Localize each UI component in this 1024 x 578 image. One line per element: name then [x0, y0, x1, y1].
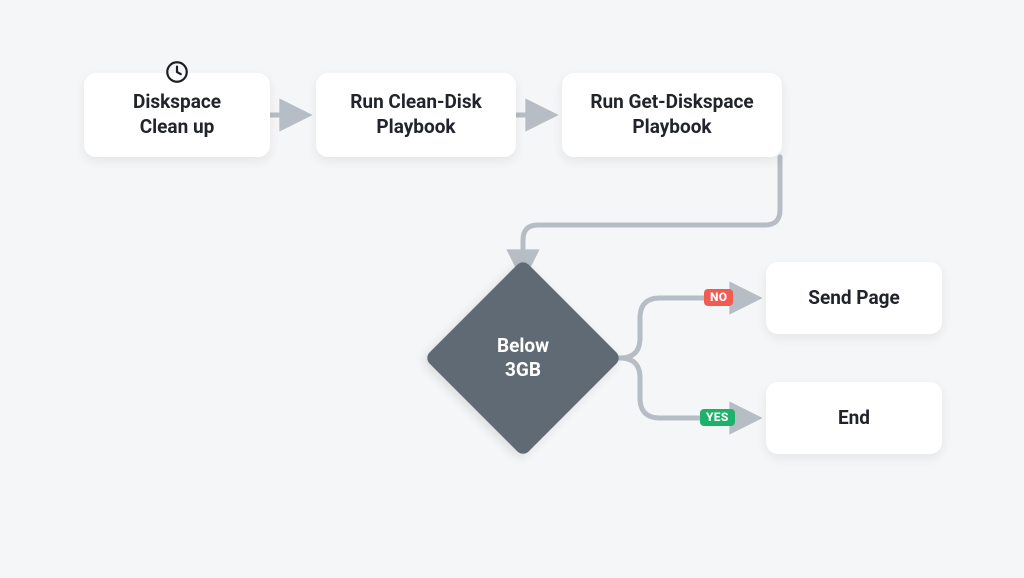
node-get-diskspace-line2: Playbook: [632, 115, 711, 138]
node-get-diskspace-line1: Run Get-Diskspace: [590, 90, 753, 113]
badge-no: NO: [704, 289, 733, 306]
node-end-label: End: [838, 406, 870, 431]
node-decision: Below 3GB: [453, 288, 593, 428]
badge-yes: YES: [700, 409, 735, 426]
node-start-line1: Diskspace: [133, 90, 221, 113]
node-send-page-label: Send Page: [808, 286, 899, 311]
node-clean-disk-line2: Playbook: [376, 115, 455, 138]
node-start: Diskspace Clean up: [84, 73, 270, 157]
clock-icon: [163, 58, 191, 86]
node-decision-line1: Below: [497, 334, 549, 357]
node-clean-disk: Run Clean-Disk Playbook: [316, 73, 516, 157]
node-decision-line2: 3GB: [505, 358, 541, 381]
node-send-page: Send Page: [766, 262, 942, 334]
flow-diagram: Diskspace Clean up Run Clean-Disk Playbo…: [0, 0, 1024, 578]
node-clean-disk-line1: Run Clean-Disk: [350, 90, 482, 113]
node-end: End: [766, 382, 942, 454]
node-start-line2: Clean up: [140, 115, 215, 138]
node-get-diskspace: Run Get-Diskspace Playbook: [562, 73, 782, 157]
